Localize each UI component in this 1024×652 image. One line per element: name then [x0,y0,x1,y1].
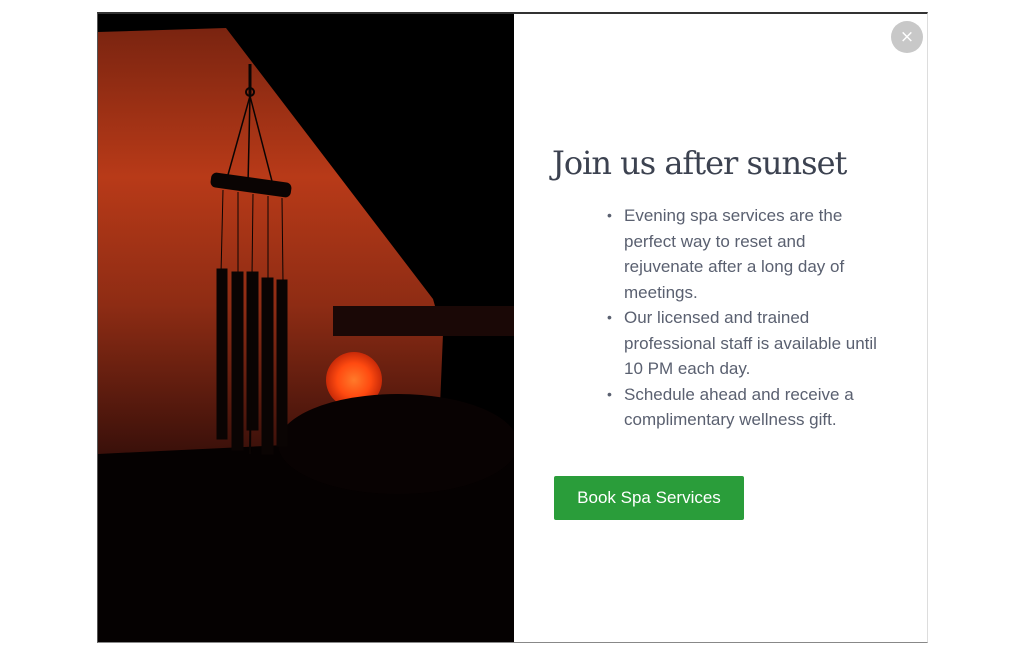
close-button[interactable]: × [891,21,923,53]
close-icon: × [899,26,915,47]
bullet-icon: • [607,207,612,223]
list-item: • Our licensed and trained professional … [607,305,884,382]
photo-illustration [98,14,514,642]
sunset-wind-chime-photo [98,14,514,642]
list-item-text: Evening spa services are the perfect way… [624,206,845,302]
list-item-text: Our licensed and trained professional st… [624,308,877,378]
bullet-icon: • [607,309,612,325]
list-item: • Schedule ahead and receive a complimen… [607,382,884,433]
promo-content: × Join us after sunset • Evening spa ser… [514,14,927,642]
book-spa-services-button[interactable]: Book Spa Services [554,476,744,520]
list-item-text: Schedule ahead and receive a complimenta… [624,384,854,430]
promo-heading: Join us after sunset [552,144,847,182]
list-item: • Evening spa services are the perfect w… [607,203,884,305]
bullet-icon: • [607,385,612,402]
promo-modal: × Join us after sunset • Evening spa ser… [97,12,928,643]
benefits-list: • Evening spa services are the perfect w… [607,203,884,433]
